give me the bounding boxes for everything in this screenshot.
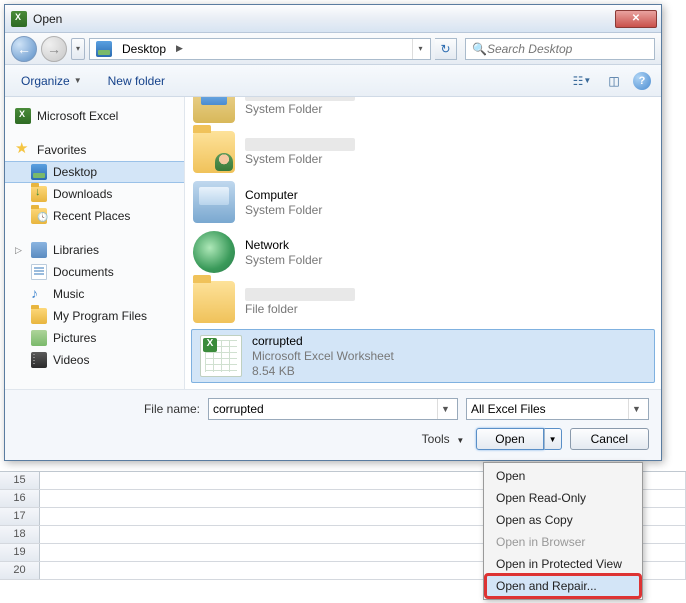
list-item[interactable]: System Folder bbox=[185, 97, 661, 127]
recent-icon bbox=[31, 208, 47, 224]
breadcrumb-dropdown[interactable]: ▾ bbox=[412, 39, 428, 59]
sidebar-app[interactable]: Microsoft Excel bbox=[5, 105, 184, 127]
downloads-icon bbox=[31, 186, 47, 202]
breadcrumb-segment[interactable]: Desktop bbox=[116, 39, 172, 59]
sidebar-item-videos[interactable]: Videos bbox=[5, 349, 184, 371]
filename-label: File name: bbox=[144, 402, 200, 416]
excel-icon bbox=[11, 11, 27, 27]
nav-bar: ← → ▾ Desktop ▶ ▾ ↻ 🔍 bbox=[5, 33, 661, 65]
menu-item-open-repair[interactable]: Open and Repair... bbox=[486, 575, 640, 597]
menu-item-open-protected[interactable]: Open in Protected View bbox=[486, 553, 640, 575]
chevron-right-icon[interactable]: ▶ bbox=[172, 43, 187, 54]
row-header[interactable]: 17 bbox=[0, 508, 40, 525]
filename-input[interactable] bbox=[213, 402, 437, 416]
documents-icon bbox=[31, 264, 47, 280]
folder-icon bbox=[193, 281, 235, 323]
open-dialog: Open ✕ ← → ▾ Desktop ▶ ▾ ↻ 🔍 Organize▼ N… bbox=[4, 4, 662, 461]
dialog-footer: File name: ▼ All Excel Files ▼ Tools ▼ O… bbox=[5, 389, 661, 460]
open-dropdown-button[interactable]: ▼ bbox=[544, 428, 562, 450]
menu-item-open-readonly[interactable]: Open Read-Only bbox=[486, 487, 640, 509]
preview-pane-button[interactable]: ◫ bbox=[601, 70, 627, 92]
row-header[interactable]: 18 bbox=[0, 526, 40, 543]
row-header[interactable]: 20 bbox=[0, 562, 40, 579]
item-name bbox=[245, 288, 355, 301]
row-header[interactable]: 19 bbox=[0, 544, 40, 561]
sidebar: Microsoft Excel ★Favorites Desktop Downl… bbox=[5, 97, 185, 389]
item-name bbox=[245, 97, 355, 101]
row-header[interactable]: 16 bbox=[0, 490, 40, 507]
forward-button[interactable]: → bbox=[41, 36, 67, 62]
music-icon: ♪ bbox=[31, 286, 47, 302]
refresh-button[interactable]: ↻ bbox=[435, 38, 457, 60]
file-filter-combo[interactable]: All Excel Files ▼ bbox=[466, 398, 649, 420]
desktop-icon bbox=[31, 164, 47, 180]
sidebar-item-documents[interactable]: Documents bbox=[5, 261, 184, 283]
list-item[interactable]: File folder bbox=[185, 277, 661, 327]
menu-item-open-browser: Open in Browser bbox=[486, 531, 640, 553]
sidebar-item-downloads[interactable]: Downloads bbox=[5, 183, 184, 205]
open-split-button[interactable]: Open ▼ bbox=[476, 428, 561, 450]
list-item-network[interactable]: NetworkSystem Folder bbox=[185, 227, 661, 277]
new-folder-button[interactable]: New folder bbox=[102, 70, 171, 92]
back-button[interactable]: ← bbox=[11, 36, 37, 62]
search-box[interactable]: 🔍 bbox=[465, 38, 655, 60]
organize-button[interactable]: Organize▼ bbox=[15, 70, 88, 92]
nav-history-button[interactable]: ▾ bbox=[71, 38, 85, 60]
sidebar-item-programfiles[interactable]: My Program Files bbox=[5, 305, 184, 327]
help-button[interactable]: ? bbox=[633, 72, 651, 90]
item-name bbox=[245, 138, 355, 151]
breadcrumb[interactable]: Desktop ▶ ▾ bbox=[89, 38, 431, 60]
excel-file-icon bbox=[200, 335, 242, 377]
tools-button[interactable]: Tools ▼ bbox=[422, 432, 465, 446]
sidebar-item-recent[interactable]: Recent Places bbox=[5, 205, 184, 227]
view-options-button[interactable]: ☷ ▼ bbox=[569, 70, 595, 92]
sidebar-item-desktop[interactable]: Desktop bbox=[5, 161, 184, 183]
file-list[interactable]: System Folder System Folder ComputerSyst… bbox=[185, 97, 661, 389]
open-button[interactable]: Open bbox=[476, 428, 543, 450]
titlebar: Open ✕ bbox=[5, 5, 661, 33]
libraries-icon bbox=[31, 242, 47, 258]
window-title: Open bbox=[33, 12, 613, 26]
search-input[interactable] bbox=[487, 42, 648, 56]
sidebar-favorites[interactable]: ★Favorites bbox=[5, 139, 184, 161]
open-dropdown-menu: Open Open Read-Only Open as Copy Open in… bbox=[483, 462, 643, 600]
system-folder-icon bbox=[193, 97, 235, 123]
pictures-icon bbox=[31, 330, 47, 346]
sidebar-item-music[interactable]: ♪Music bbox=[5, 283, 184, 305]
desktop-icon bbox=[96, 41, 112, 57]
videos-icon bbox=[31, 352, 47, 368]
list-item-corrupted[interactable]: corruptedMicrosoft Excel Worksheet8.54 K… bbox=[191, 329, 655, 383]
excel-icon bbox=[15, 108, 31, 124]
menu-item-open[interactable]: Open bbox=[486, 465, 640, 487]
close-button[interactable]: ✕ bbox=[615, 10, 657, 28]
user-folder-icon bbox=[193, 131, 235, 173]
cancel-button[interactable]: Cancel bbox=[570, 428, 649, 450]
network-icon bbox=[193, 231, 235, 273]
chevron-down-icon[interactable]: ▼ bbox=[437, 399, 453, 419]
toolbar: Organize▼ New folder ☷ ▼ ◫ ? bbox=[5, 65, 661, 97]
sidebar-libraries[interactable]: ▷Libraries bbox=[5, 239, 184, 261]
search-icon: 🔍 bbox=[472, 42, 487, 56]
folder-icon bbox=[31, 308, 47, 324]
menu-item-open-copy[interactable]: Open as Copy bbox=[486, 509, 640, 531]
chevron-down-icon[interactable]: ▼ bbox=[628, 399, 644, 419]
computer-icon bbox=[193, 181, 235, 223]
filename-combo[interactable]: ▼ bbox=[208, 398, 458, 420]
sidebar-item-pictures[interactable]: Pictures bbox=[5, 327, 184, 349]
row-header[interactable]: 15 bbox=[0, 472, 40, 489]
star-icon: ★ bbox=[15, 142, 31, 158]
list-item-computer[interactable]: ComputerSystem Folder bbox=[185, 177, 661, 227]
list-item[interactable]: System Folder bbox=[185, 127, 661, 177]
